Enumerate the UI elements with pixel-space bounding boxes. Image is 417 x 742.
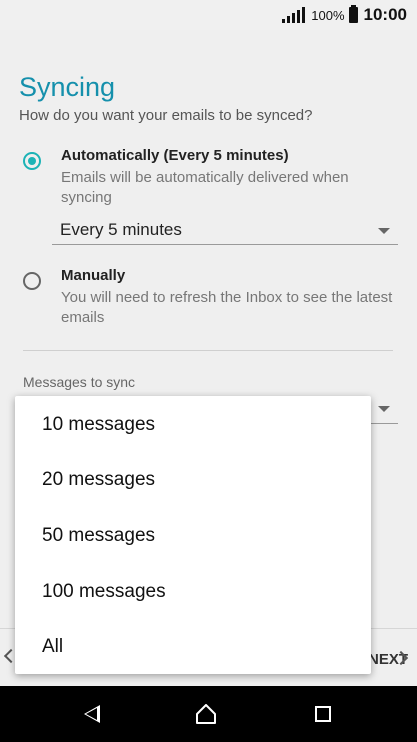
dropdown-arrow-icon <box>378 228 390 234</box>
radio-automatically[interactable] <box>23 152 41 170</box>
divider <box>23 350 393 351</box>
battery-percent: 100% <box>311 7 345 23</box>
radio-manually[interactable] <box>23 272 41 290</box>
dropdown-item-all[interactable]: All <box>42 636 63 658</box>
option-manually-description: You will need to refresh the Inbox to se… <box>61 289 393 326</box>
sync-frequency-value: Every 5 minutes <box>60 220 182 239</box>
page-subtitle: How do you want your emails to be synced… <box>19 107 313 124</box>
system-navigation-bar <box>0 686 417 742</box>
messages-to-sync-label: Messages to sync <box>23 374 136 390</box>
home-icon[interactable] <box>196 704 216 724</box>
dropdown-arrow-icon <box>378 406 390 412</box>
dropdown-item-20[interactable]: 20 messages <box>42 469 155 491</box>
dropdown-item-10[interactable]: 10 messages <box>42 414 155 436</box>
messages-to-sync-dropdown: 10 messages 20 messages 50 messages 100 … <box>15 396 371 674</box>
dropdown-item-100[interactable]: 100 messages <box>42 581 166 603</box>
option-automatically-title[interactable]: Automatically (Every 5 minutes) <box>61 147 289 164</box>
page-title: Syncing <box>19 72 116 102</box>
dropdown-item-50[interactable]: 50 messages <box>42 525 155 547</box>
signal-icon <box>282 7 306 23</box>
status-bar: 100% 10:00 <box>0 0 417 30</box>
battery-icon <box>348 5 358 23</box>
recent-apps-icon[interactable] <box>315 706 331 722</box>
option-manually-title[interactable]: Manually <box>61 267 125 284</box>
clock: 10:00 <box>363 5 407 24</box>
option-automatically-description: Emails will be automatically delivered w… <box>61 169 349 206</box>
back-icon[interactable] <box>84 705 100 723</box>
sync-frequency-select[interactable]: Every 5 minutes <box>52 218 398 245</box>
